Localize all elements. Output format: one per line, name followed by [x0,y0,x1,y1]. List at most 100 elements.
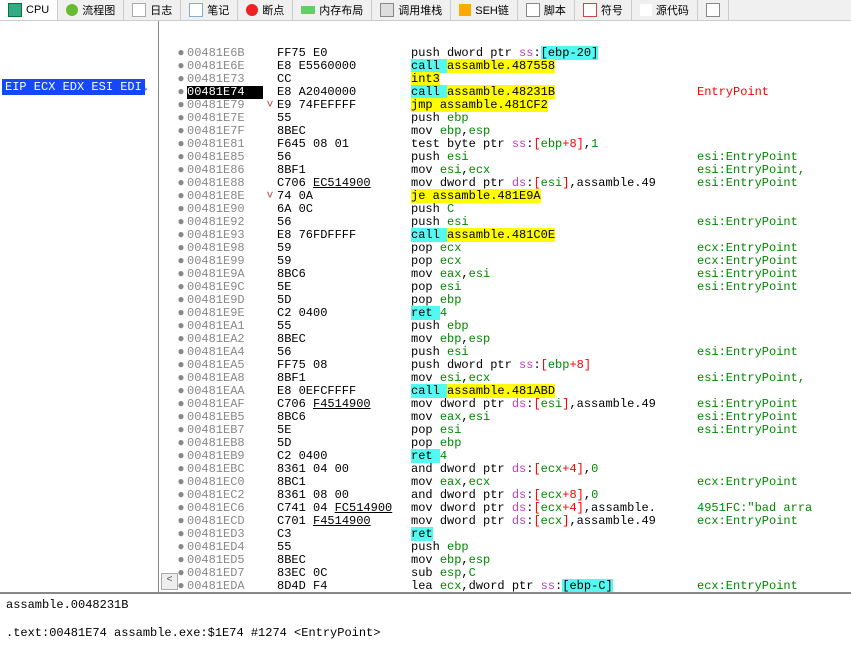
comment [697,554,851,567]
breakpoint-gutter[interactable] [159,229,175,242]
breakpoint-gutter[interactable] [159,138,175,151]
disasm-row[interactable]: ●00481E9C5Epop esiesi:EntryPoint [159,281,851,294]
expand-icon [263,112,277,125]
breakpoint-gutter[interactable] [159,112,175,125]
log-icon [132,3,146,17]
notes-icon [189,3,203,17]
breakpoint-gutter[interactable] [159,177,175,190]
tab-ref[interactable] [698,0,729,20]
breakpoint-gutter[interactable] [159,86,175,99]
disasm-row[interactable]: ●00481E9D5Dpop ebp [159,294,851,307]
breakpoint-gutter[interactable] [159,398,175,411]
expand-icon [263,242,277,255]
breakpoint-gutter[interactable] [159,424,175,437]
current-line-arrow: → [140,81,147,95]
scroll-left-button[interactable]: < [161,573,178,590]
disasm-row[interactable]: ●00481EB85Dpop ebp [159,437,851,450]
disasm-row[interactable]: ●00481E9EC2 0400ret 4 [159,307,851,320]
breakpoint-gutter[interactable] [159,216,175,229]
tab-日志[interactable]: 日志 [124,0,181,20]
breakpoint-gutter[interactable] [159,372,175,385]
tab-CPU[interactable]: CPU [0,0,58,20]
comment: esi:EntryPoint [697,216,851,229]
expand-icon [263,398,277,411]
breakpoint-gutter[interactable] [159,385,175,398]
tab-调用堆栈[interactable]: 调用堆栈 [372,0,451,20]
comment [697,528,851,541]
tab-脚本[interactable]: 脚本 [518,0,575,20]
disassembly-view[interactable]: ●00481E6BFF75 E0push dword ptr ss:[ebp-2… [159,21,851,592]
breakpoint-gutter[interactable] [159,164,175,177]
breakpoint-gutter[interactable] [159,320,175,333]
expand-icon [263,346,277,359]
breakpoint-gutter[interactable] [159,203,175,216]
breakpoint-gutter[interactable] [159,554,175,567]
expand-icon: ˅ [263,190,277,203]
breakpoint-gutter[interactable] [159,502,175,515]
expand-icon [263,216,277,229]
breakpoint-gutter[interactable] [159,463,175,476]
breakpoint-gutter[interactable] [159,242,175,255]
expand-icon: ˅ [263,99,277,112]
sym-icon [583,3,597,17]
breakpoint-gutter[interactable] [159,515,175,528]
breakpoint-gutter[interactable] [159,99,175,112]
tab-label: 符号 [601,2,623,18]
breakpoint-gutter[interactable] [159,333,175,346]
disasm-row[interactable]: ●00481E79˅E9 74FEFFFFjmp assamble.481CF2 [159,99,851,112]
tab-断点[interactable]: 断点 [238,0,293,20]
expand-icon [263,151,277,164]
expand-icon [263,372,277,385]
tab-SEH链[interactable]: SEH链 [451,0,518,20]
breakpoint-gutter[interactable] [159,151,175,164]
bp-icon [246,4,258,16]
disasm-row[interactable]: ●00481ED58BECmov ebp,esp [159,554,851,567]
tab-内存布局[interactable]: 内存布局 [293,0,372,20]
disasm-row[interactable]: ●00481ED455push ebp [159,541,851,554]
cpu-icon [8,3,22,17]
bytes: F645 08 01 [277,138,411,151]
tab-流程图[interactable]: 流程图 [58,0,124,20]
comment [697,112,851,125]
disasm-row[interactable]: ●00481E8E˅74 0Aje assamble.481E9A [159,190,851,203]
breakpoint-gutter[interactable] [159,437,175,450]
bytes: 8BC6 [277,411,411,424]
info-panel: assamble.0048231B .text:00481E74 assambl… [0,592,851,660]
breakpoint-gutter[interactable] [159,294,175,307]
disasm-row[interactable]: ●00481E6EE8 E5560000call assamble.487558 [159,60,851,73]
disasm-row[interactable]: ●00481EB75Epop esiesi:EntryPoint [159,424,851,437]
breakpoint-gutter[interactable] [159,307,175,320]
breakpoint-gutter[interactable] [159,125,175,138]
breakpoint-gutter[interactable] [159,489,175,502]
tab-bar: CPU流程图日志笔记断点内存布局 调用堆栈 SEH链 脚本 符号源代码 [0,0,851,21]
breakpoint-gutter[interactable] [159,346,175,359]
breakpoint-gutter[interactable] [159,47,175,60]
expand-icon [263,580,277,592]
tab-label: 调用堆栈 [398,2,442,18]
breakpoint-gutter[interactable] [159,60,175,73]
expand-icon [263,60,277,73]
disasm-row[interactable]: ●00481ECDC701 F4514900mov dword ptr ds:[… [159,515,851,528]
disasm-row[interactable]: ●00481EA155push ebp [159,320,851,333]
disasm-row[interactable]: ●00481E7E55push ebp [159,112,851,125]
disasm-row[interactable]: ●00481EDA8D4D F4lea ecx,dword ptr ss:[eb… [159,580,851,592]
breakpoint-gutter[interactable] [159,268,175,281]
tab-符号[interactable]: 符号 [575,0,632,20]
disasm-row[interactable]: ●00481ED3C3ret [159,528,851,541]
breakpoint-gutter[interactable] [159,255,175,268]
breakpoint-gutter[interactable] [159,528,175,541]
breakpoint-gutter[interactable] [159,73,175,86]
breakpoint-gutter[interactable] [159,190,175,203]
breakpoint-gutter[interactable] [159,411,175,424]
breakpoint-gutter[interactable] [159,541,175,554]
breakpoint-gutter[interactable] [159,450,175,463]
tab-源代码[interactable]: 源代码 [632,0,698,20]
expand-icon [263,541,277,554]
tab-笔记[interactable]: 笔记 [181,0,238,20]
breakpoint-gutter[interactable] [159,281,175,294]
breakpoint-gutter[interactable] [159,476,175,489]
tab-label: 脚本 [544,2,566,18]
breakpoint-gutter[interactable] [159,359,175,372]
comment [697,450,851,463]
comment [697,541,851,554]
